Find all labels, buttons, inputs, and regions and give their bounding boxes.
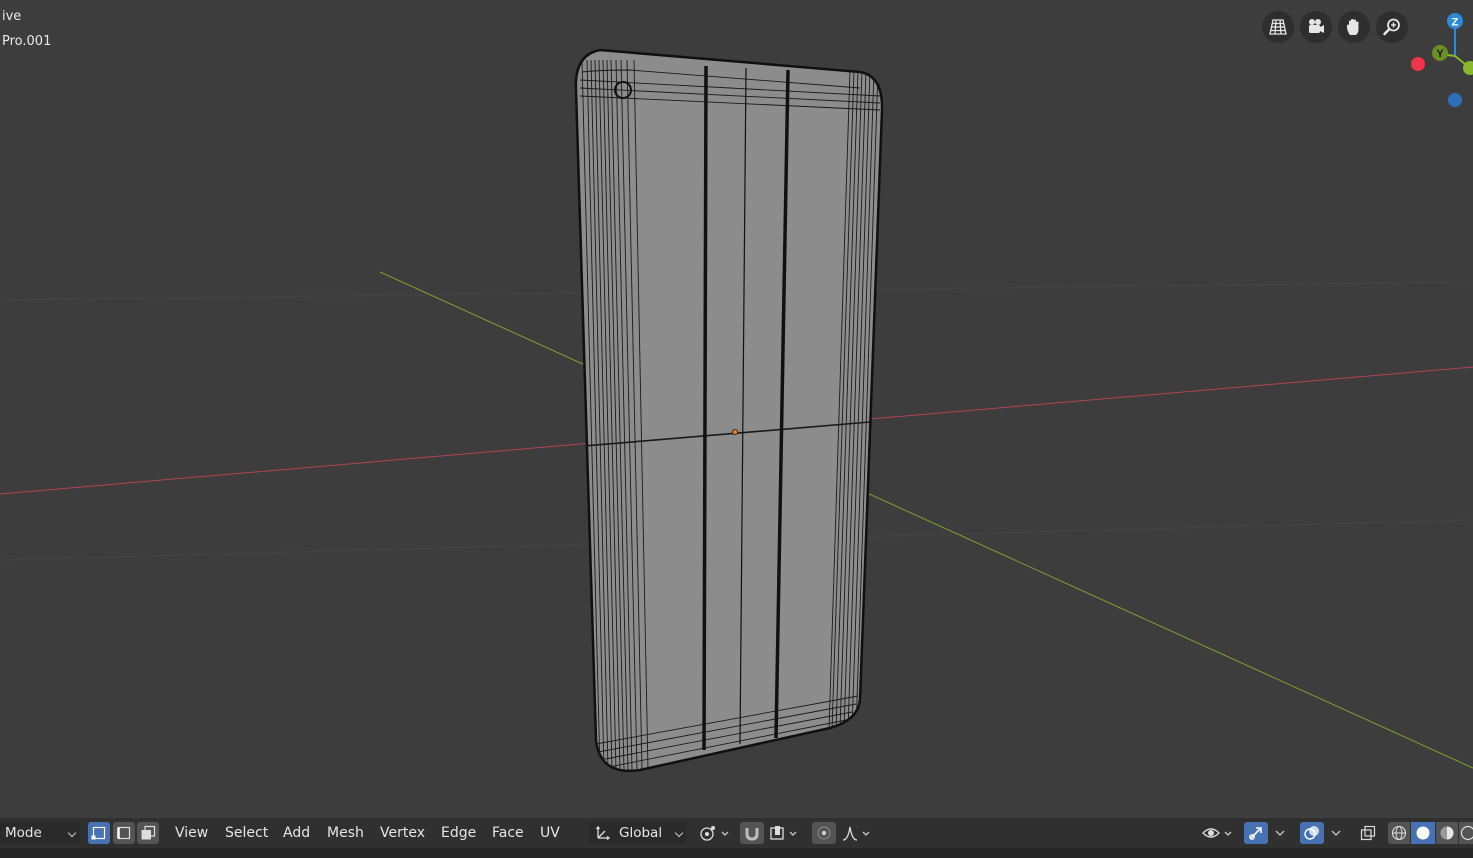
menu-face[interactable]: Face xyxy=(492,822,524,844)
object-visibility-dropdown[interactable] xyxy=(1200,822,1236,844)
wireframe-sphere-icon xyxy=(1391,825,1407,841)
proportional-edit-icon xyxy=(817,826,831,840)
face-select-mode-button[interactable] xyxy=(137,822,159,844)
rendered-sphere-icon xyxy=(1460,825,1473,841)
menu-mesh[interactable]: Mesh xyxy=(327,822,364,844)
proportional-falloff-dropdown[interactable] xyxy=(840,822,876,844)
camera-view-button[interactable] xyxy=(1300,11,1332,43)
shading-solid-button[interactable] xyxy=(1411,822,1435,844)
overlays-toggle-button[interactable] xyxy=(1300,822,1324,844)
viewport-object-name: Pro.001 xyxy=(2,34,52,49)
snap-target-dropdown[interactable] xyxy=(767,822,803,844)
menu-select[interactable]: Select xyxy=(225,822,268,844)
shading-rendered-button[interactable] xyxy=(1459,822,1473,844)
transform-orientation-dropdown[interactable]: Global xyxy=(589,822,687,844)
gizmo-neg-z-axis[interactable] xyxy=(1448,93,1462,107)
proportional-editing-toggle[interactable] xyxy=(812,822,836,844)
mode-dropdown[interactable]: Mode xyxy=(0,822,80,844)
solid-sphere-icon xyxy=(1416,826,1430,840)
chevron-down-icon xyxy=(1275,830,1285,836)
menu-uv[interactable]: UV xyxy=(540,822,560,844)
edge-select-icon xyxy=(117,826,131,840)
orientation-axes-icon xyxy=(595,825,611,841)
xray-icon xyxy=(1360,825,1376,841)
material-sphere-icon xyxy=(1440,826,1454,840)
shading-wireframe-button[interactable] xyxy=(1388,822,1410,844)
eye-visibility-icon xyxy=(1202,828,1232,838)
gizmo-toggle-button[interactable] xyxy=(1244,822,1268,844)
face-select-icon xyxy=(141,825,156,840)
snap-toggle-button[interactable] xyxy=(740,822,764,844)
menu-vertex[interactable]: Vertex xyxy=(380,822,425,844)
gizmo-z-label: Z xyxy=(1452,17,1459,29)
chevron-down-icon xyxy=(67,828,77,838)
falloff-curve-icon xyxy=(842,826,870,841)
overlays-dropdown[interactable] xyxy=(1326,822,1346,844)
menu-edge[interactable]: Edge xyxy=(441,822,476,844)
center-edge-left xyxy=(702,65,708,751)
toggle-perspective-button[interactable] xyxy=(1262,11,1294,43)
camera-icon xyxy=(1309,19,1324,33)
xray-toggle-button[interactable] xyxy=(1356,822,1380,844)
overlays-icon xyxy=(1304,826,1319,840)
edge-select-mode-button[interactable] xyxy=(113,822,135,844)
object-origin xyxy=(732,428,739,435)
vertex-select-icon xyxy=(91,826,106,840)
vertex-select-mode-button[interactable] xyxy=(88,822,110,844)
gizmo-arrow-icon xyxy=(1249,827,1262,840)
hand-pan-icon xyxy=(1347,19,1359,35)
magnet-icon xyxy=(745,828,759,841)
chevron-down-icon xyxy=(674,828,684,838)
viewport-canvas[interactable] xyxy=(0,0,1473,818)
y-axis-line xyxy=(379,271,1473,769)
navigation-gizmo[interactable]: Z Y xyxy=(1400,6,1473,116)
chevron-down-icon xyxy=(1331,830,1341,836)
pivot-point-dropdown[interactable] xyxy=(697,822,735,844)
viewport-mode-text: ive xyxy=(2,9,22,24)
grid-perspective-icon xyxy=(1269,19,1287,35)
viewport-header: Mode View Select Add Mesh Vertex Edge Fa… xyxy=(0,818,1473,848)
menu-add[interactable]: Add xyxy=(283,822,310,844)
pan-view-button[interactable] xyxy=(1338,11,1370,43)
pivot-point-icon xyxy=(700,826,729,841)
snap-increment-icon xyxy=(770,826,797,840)
gizmo-neg-x-axis[interactable] xyxy=(1411,57,1425,71)
zoom-icon xyxy=(1383,18,1400,36)
menu-view[interactable]: View xyxy=(175,822,208,844)
mode-dropdown-label: Mode xyxy=(5,825,42,841)
shading-material-button[interactable] xyxy=(1436,822,1458,844)
phone-mesh[interactable] xyxy=(574,48,884,773)
gizmo-dropdown[interactable] xyxy=(1270,822,1290,844)
orientation-label: Global xyxy=(619,825,663,841)
3d-viewport[interactable] xyxy=(0,0,1473,818)
bottom-status-strip xyxy=(0,848,1473,858)
gizmo-y-label: Y xyxy=(1436,48,1444,60)
